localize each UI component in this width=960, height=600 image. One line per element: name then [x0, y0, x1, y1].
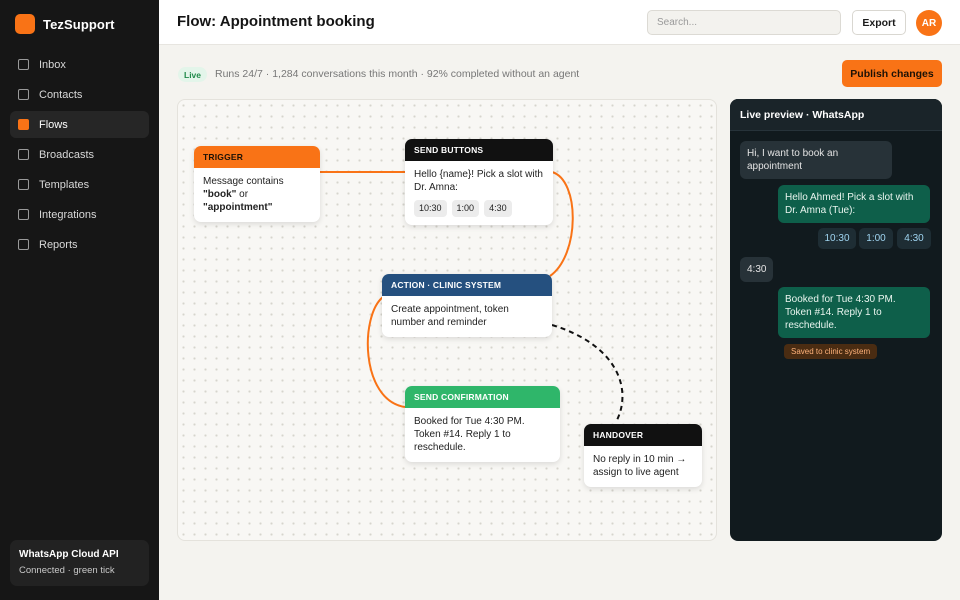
contacts-icon	[18, 89, 29, 100]
sidebar-item-label: Contacts	[39, 88, 83, 101]
confirmation-node-body: Booked for Tue 4:30 PM. Token #14. Reply…	[414, 416, 525, 453]
handover-node-header: HANDOVER	[584, 424, 702, 446]
incoming-message: 4:30	[740, 257, 774, 282]
send-buttons-text: Hello {name}! Pick a slot with Dr. Amna:	[414, 169, 543, 193]
sidebar-item-broadcasts[interactable]: Broadcasts	[10, 141, 149, 168]
integrations-icon	[18, 209, 29, 220]
sidebar-item-templates[interactable]: Templates	[10, 171, 149, 198]
action-node-body: Create appointment, token number and rem…	[391, 304, 509, 328]
confirmation-node[interactable]: SEND CONFIRMATION Booked for Tue 4:30 PM…	[405, 386, 560, 462]
brand[interactable]: TezSupport	[15, 14, 115, 34]
send-buttons-node[interactable]: SEND BUTTONS Hello {name}! Pick a slot w…	[405, 139, 553, 225]
reply-chip[interactable]: 1:00	[859, 228, 893, 249]
trigger-node-header: TRIGGER	[194, 146, 320, 168]
inbox-icon	[18, 59, 29, 70]
edge-action-to-handover	[551, 324, 624, 423]
sidebar-item-inbox[interactable]: Inbox	[10, 51, 149, 78]
reports-icon	[18, 239, 29, 250]
flow-canvas[interactable]: TRIGGER Message contains "book" or "appo…	[177, 99, 717, 541]
action-node[interactable]: ACTION · CLINIC SYSTEM Create appointmen…	[382, 274, 552, 337]
sidebar-nav: Inbox Contacts Flows Broadcasts Template…	[10, 51, 149, 261]
trigger-keyword-2: "appointment"	[203, 202, 273, 213]
sidebar-item-flows[interactable]: Flows	[10, 111, 149, 138]
sidebar-item-reports[interactable]: Reports	[10, 231, 149, 258]
trigger-keyword-1: "book"	[203, 189, 237, 200]
send-buttons-node-body: Hello {name}! Pick a slot with Dr. Amna:…	[405, 161, 553, 225]
outgoing-message: Booked for Tue 4:30 PM. Token #14. Reply…	[778, 287, 930, 338]
preview-title: Live preview · WhatsApp	[730, 99, 942, 131]
flow-stats-text: Runs 24/7 · 1,284 conversations this mon…	[215, 68, 580, 80]
avatar[interactable]: AR	[916, 10, 942, 36]
trigger-node-body: Message contains "book" or "appointment"	[194, 168, 320, 222]
whatsapp-preview-panel: Live preview · WhatsApp Hi, I want to bo…	[730, 99, 942, 541]
broadcasts-icon	[18, 149, 29, 160]
brand-name: TezSupport	[43, 16, 115, 32]
handover-node-body: No reply in 10 min → assign to live agen…	[593, 454, 687, 478]
publish-changes-button[interactable]: Publish changes	[842, 60, 942, 87]
reply-chip[interactable]: 4:30	[897, 228, 931, 249]
action-node-header: ACTION · CLINIC SYSTEM	[382, 274, 552, 296]
handover-node[interactable]: HANDOVER No reply in 10 min → assign to …	[584, 424, 702, 487]
status-badge: Live	[178, 67, 208, 82]
option-chip[interactable]: 1:00	[451, 200, 480, 217]
button-options: 10:30 1:00 4:30	[414, 200, 544, 217]
sidebar-item-label: Reports	[39, 238, 78, 251]
sidebar-item-label: Broadcasts	[39, 148, 95, 161]
sidebar-item-integrations[interactable]: Integrations	[10, 201, 149, 228]
sidebar-item-label: Templates	[39, 178, 90, 191]
search-input[interactable]	[647, 10, 841, 35]
send-buttons-node-header: SEND BUTTONS	[405, 139, 553, 161]
connection-title: WhatsApp Cloud API	[19, 549, 119, 560]
sidebar: TezSupport Inbox Contacts Flows Broadcas…	[0, 0, 159, 600]
page-title: Flow: Appointment booking	[177, 13, 375, 30]
connection-status-card[interactable]: WhatsApp Cloud API Connected · green tic…	[10, 540, 149, 586]
confirmation-node-header: SEND CONFIRMATION	[405, 386, 560, 408]
brand-logo	[15, 14, 35, 34]
sidebar-item-label: Integrations	[39, 208, 97, 221]
connection-subtitle: Connected · green tick	[19, 565, 115, 576]
templates-icon	[18, 179, 29, 190]
trigger-node[interactable]: TRIGGER Message contains "book" or "appo…	[194, 146, 320, 222]
option-chip[interactable]: 10:30	[414, 200, 447, 217]
outgoing-message: Hello Ahmed! Pick a slot with Dr. Amna (…	[778, 185, 930, 223]
sidebar-item-contacts[interactable]: Contacts	[10, 81, 149, 108]
reply-chip[interactable]: 10:30	[818, 228, 856, 249]
flows-icon	[18, 119, 29, 130]
sidebar-item-label: Inbox	[39, 58, 66, 71]
trigger-condition-text: Message contains	[203, 176, 284, 187]
saved-status-tag: Saved to clinic system	[784, 344, 878, 359]
export-button[interactable]: Export	[852, 10, 906, 35]
top-bar: Flow: Appointment booking Export AR	[159, 0, 960, 45]
option-chip[interactable]: 4:30	[484, 200, 512, 217]
incoming-message: Hi, I want to book an appointment	[740, 141, 892, 179]
sidebar-item-label: Flows	[39, 118, 68, 131]
trigger-or-text: or	[236, 189, 249, 200]
edge-send-buttons-to-action	[549, 171, 574, 277]
